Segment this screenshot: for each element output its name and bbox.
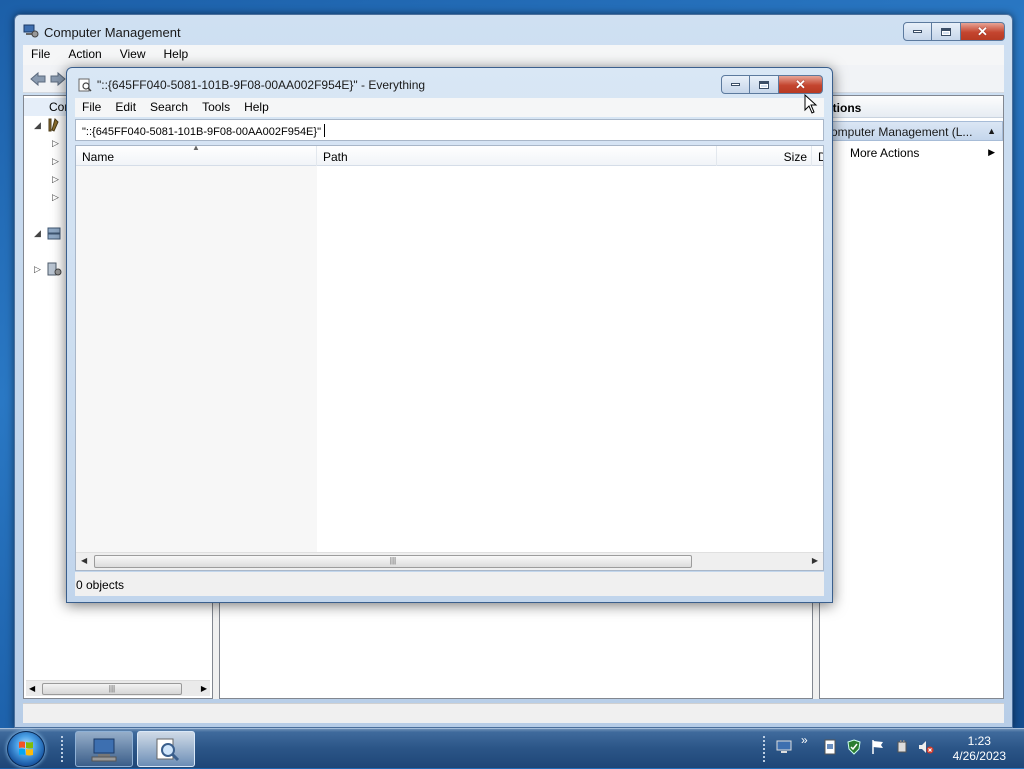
scroll-left-icon[interactable]: ◀ [81, 556, 87, 565]
column-header-path-label: Path [323, 150, 348, 164]
cm-menu-action[interactable]: Action [60, 45, 109, 65]
expand-arrow-icon[interactable]: ◢ [34, 228, 41, 239]
search-input-value: "::{645FF040-5081-101B-9F08-00AA002F954E… [82, 126, 321, 138]
computer-management-icon [23, 24, 39, 38]
back-arrow-icon[interactable] [29, 71, 47, 87]
cm-menu-help[interactable]: Help [156, 45, 197, 65]
column-header-date[interactable]: D [812, 146, 823, 166]
scroll-right-icon[interactable]: ▶ [812, 556, 818, 565]
collapsed-arrow-icon[interactable]: ▷ [52, 156, 59, 167]
taskbar-grip [60, 735, 64, 763]
tray-grip [762, 735, 766, 763]
windows-logo-icon [19, 741, 33, 756]
network-icon[interactable] [776, 739, 792, 755]
ev-minimize-button[interactable] [721, 75, 750, 94]
document-icon[interactable] [822, 739, 838, 755]
power-plug-icon[interactable] [894, 739, 910, 755]
mouse-cursor-icon [804, 94, 818, 114]
column-header-row: ▲ Name Path Size D [76, 146, 823, 166]
scroll-right-icon[interactable]: ▶ [201, 684, 207, 693]
flag-icon[interactable] [870, 739, 886, 755]
column-header-date-label: D [818, 150, 823, 164]
submenu-arrow-icon: ▶ [988, 147, 995, 157]
restore-icon [941, 27, 951, 36]
ev-window-title: "::{645FF040-5081-101B-9F08-00AA002F954E… [97, 78, 426, 92]
collapsed-arrow-icon[interactable]: ▷ [34, 264, 41, 275]
ev-window-controls: ✕ [721, 75, 823, 95]
cm-window-title: Computer Management [44, 25, 181, 40]
taskbar: » 1:23 4/26/2023 [0, 728, 1024, 768]
tools-icon [48, 118, 59, 132]
more-actions-link[interactable]: More Actions [850, 146, 919, 160]
computer-management-icon [91, 738, 117, 762]
column-header-name[interactable]: ▲ Name [76, 146, 317, 166]
collapsed-arrow-icon[interactable]: ▷ [52, 192, 59, 203]
ev-menu-edit[interactable]: Edit [108, 98, 143, 117]
show-hidden-icons-chevron-icon[interactable]: » [801, 733, 817, 749]
cm-close-button[interactable]: ✕ [961, 22, 1005, 41]
sort-ascending-icon: ▲ [192, 145, 200, 152]
column-header-path[interactable]: Path [317, 146, 717, 166]
actions-header: ctions [820, 96, 1003, 118]
restore-icon [759, 80, 769, 89]
cm-minimize-button[interactable] [903, 22, 932, 41]
start-orb[interactable] [7, 731, 45, 767]
storage-icon [47, 227, 61, 240]
cm-window-controls: ✕ [903, 22, 1005, 42]
object-count: 0 objects [76, 578, 125, 592]
services-icon [47, 262, 62, 276]
ev-maximize-button[interactable] [750, 75, 779, 94]
column-header-size-label: Size [783, 150, 807, 164]
scrollbar-thumb[interactable]: ||| [94, 555, 692, 568]
cm-menu-file[interactable]: File [23, 45, 58, 65]
close-icon: ✕ [795, 77, 806, 92]
ev-menu-search[interactable]: Search [143, 98, 195, 117]
everything-icon [78, 78, 92, 92]
clock-date: 4/26/2023 [952, 749, 1006, 763]
ev-menu-help[interactable]: Help [237, 98, 276, 117]
ev-close-button[interactable]: ✕ [779, 75, 823, 94]
results-list[interactable]: ▲ Name Path Size D ◀ ||| ▶ [75, 145, 824, 571]
ev-menu-tools[interactable]: Tools [195, 98, 237, 117]
column-header-name-label: Name [82, 150, 115, 164]
clock-time: 1:23 [967, 734, 991, 748]
taskbar-everything[interactable] [137, 731, 195, 767]
collapsed-arrow-icon[interactable]: ▷ [52, 174, 59, 185]
ev-statusbar: 0 objects [75, 572, 824, 596]
collapse-up-icon[interactable]: ▲ [987, 126, 996, 136]
cm-actions-pane: ctions omputer Management (L... ▲ More A… [819, 95, 1004, 699]
everything-window[interactable]: "::{645FF040-5081-101B-9F08-00AA002F954E… [66, 67, 833, 603]
cm-titlebar[interactable]: Computer Management ✕ [15, 15, 1012, 45]
close-icon: ✕ [977, 24, 988, 39]
security-shield-icon[interactable] [846, 739, 862, 755]
search-input[interactable]: "::{645FF040-5081-101B-9F08-00AA002F954E… [75, 119, 824, 141]
taskbar-computer-management[interactable] [75, 731, 133, 767]
cm-tree-horizontal-scrollbar[interactable]: ◀ ||| ▶ [26, 680, 210, 696]
ev-titlebar[interactable]: "::{645FF040-5081-101B-9F08-00AA002F954E… [67, 68, 832, 98]
text-caret [323, 124, 325, 137]
forward-arrow-icon[interactable] [49, 71, 67, 87]
minimize-icon [731, 83, 740, 86]
taskbar-clock[interactable]: 1:23 4/26/2023 [953, 734, 1006, 764]
volume-muted-icon[interactable] [918, 739, 934, 755]
collapsed-arrow-icon[interactable]: ▷ [52, 138, 59, 149]
scrollbar-thumb[interactable]: ||| [42, 683, 182, 695]
cm-maximize-button[interactable] [932, 22, 961, 41]
column-header-size[interactable]: Size [717, 146, 812, 166]
scroll-left-icon[interactable]: ◀ [29, 684, 35, 693]
actions-section-label: omputer Management (L... [831, 125, 973, 139]
everything-icon [156, 738, 180, 762]
actions-section-computer-management[interactable]: omputer Management (L... ▲ [820, 121, 1003, 141]
ev-menubar: File Edit Search Tools Help [75, 98, 824, 117]
expand-arrow-icon[interactable]: ◢ [34, 120, 41, 131]
ev-menu-file[interactable]: File [75, 98, 108, 117]
cm-statusbar [23, 703, 1004, 723]
name-column-background [76, 166, 317, 552]
minimize-icon [913, 30, 922, 33]
results-horizontal-scrollbar[interactable]: ◀ ||| ▶ [76, 552, 823, 570]
cm-menubar: File Action View Help [23, 45, 1004, 65]
cm-menu-view[interactable]: View [112, 45, 154, 65]
